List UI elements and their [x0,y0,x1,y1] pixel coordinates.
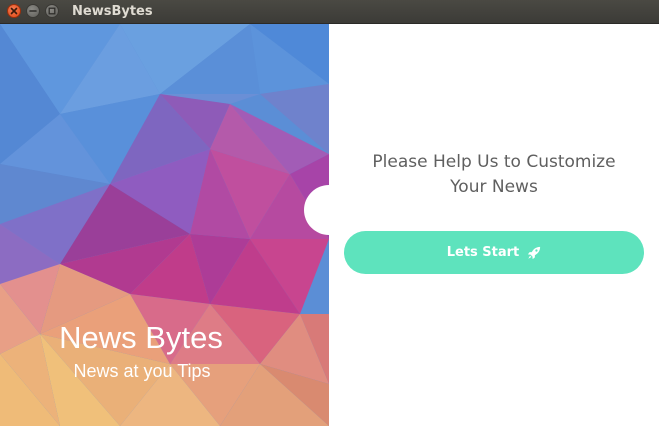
brand-name: News Bytes [59,320,223,355]
minimize-icon [29,10,37,12]
onboarding-panel: Please Help Us to Customize Your News Le… [329,24,659,426]
minimize-window-button[interactable] [26,4,40,18]
maximize-icon [48,7,56,15]
customize-prompt: Please Help Us to Customize Your News [329,150,659,200]
maximize-window-button[interactable] [45,4,59,18]
rocket-icon [528,246,541,259]
brand-art-panel: News Bytes News at you Tips [0,24,329,426]
brand-tagline: News at you Tips [73,361,211,381]
app-window: NewsBytes News Bytes News at you Tips Pl… [0,0,659,426]
close-icon [10,7,18,15]
prompt-line-2: Your News [450,177,538,197]
prompt-line-1: Please Help Us to Customize [372,152,616,172]
close-window-button[interactable] [7,4,21,18]
lets-start-label: Lets Start [446,245,520,260]
lets-start-button[interactable]: Lets Start [344,231,644,274]
window-title: NewsBytes [72,4,153,19]
title-bar[interactable]: NewsBytes [0,0,659,24]
